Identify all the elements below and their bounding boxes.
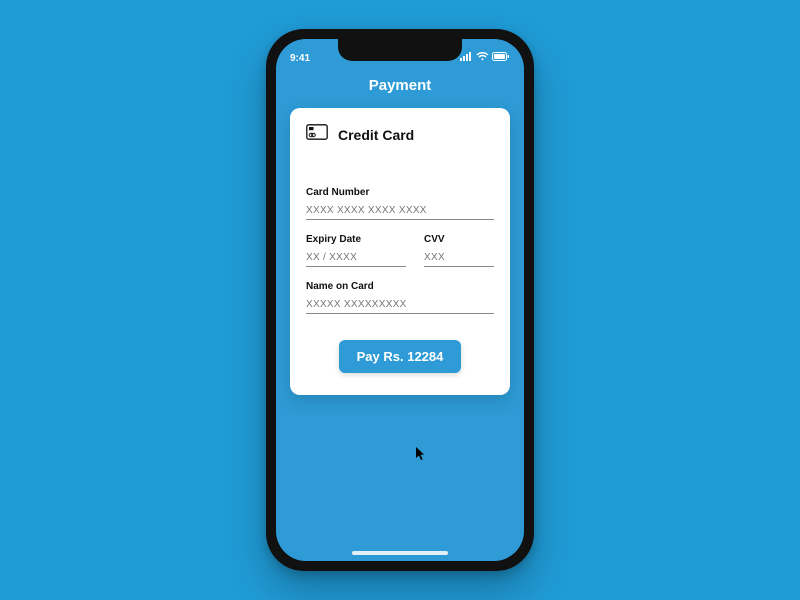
expiry-input[interactable] [306,250,406,267]
expiry-label: Expiry Date [306,234,406,245]
name-label: Name on Card [306,281,494,292]
home-indicator[interactable] [352,551,448,555]
battery-icon [492,52,510,64]
card-header: Credit Card [306,124,494,145]
name-field: Name on Card [306,281,494,314]
wifi-icon [476,52,489,64]
cvv-field: CVV [424,234,494,267]
status-time: 9:41 [290,53,310,64]
card-title: Credit Card [338,127,414,143]
status-indicators [460,52,510,64]
signal-icon [460,52,473,64]
cvv-input[interactable] [424,250,494,267]
notch [338,39,462,61]
card-number-label: Card Number [306,187,494,198]
name-input[interactable] [306,297,494,314]
screen: 9:41 Payment [276,39,524,561]
phone-frame: 9:41 Payment [266,29,534,571]
cursor-icon [416,447,426,466]
cvv-label: CVV [424,234,494,245]
credit-card-icon [306,124,328,145]
page-title: Payment [276,69,524,108]
pay-button[interactable]: Pay Rs. 12284 [339,340,462,373]
expiry-field: Expiry Date [306,234,406,267]
payment-card: Credit Card Card Number Expiry Date CVV … [290,108,510,395]
card-number-input[interactable] [306,203,494,220]
card-number-field: Card Number [306,187,494,220]
